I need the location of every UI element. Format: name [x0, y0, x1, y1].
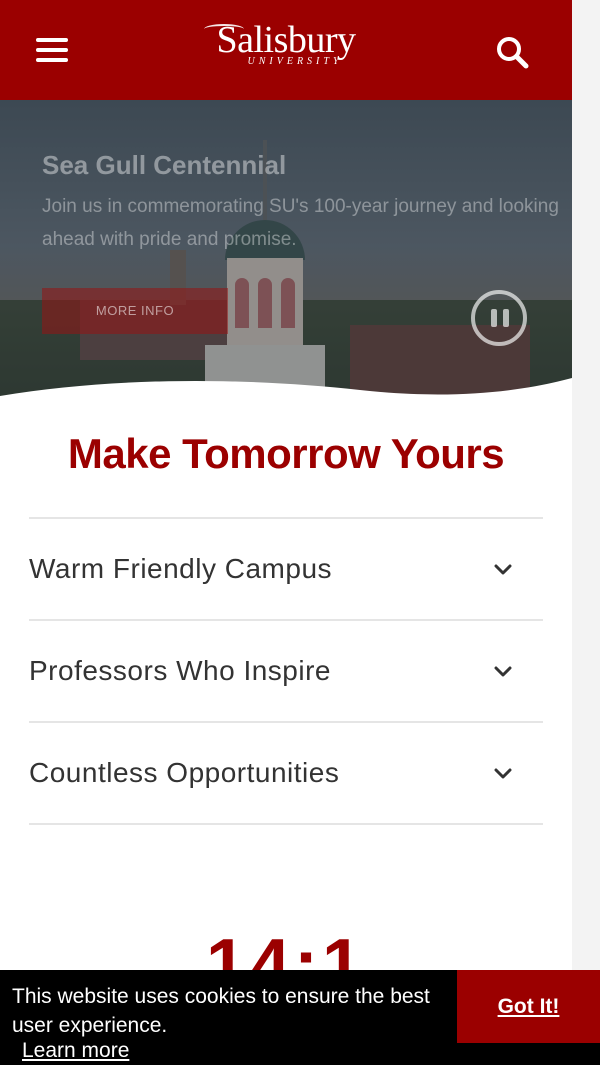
learn-more-link[interactable]: Learn more — [22, 1036, 129, 1065]
accordion-label: Warm Friendly Campus — [29, 553, 333, 584]
university-logo[interactable]: Salisbury UNIVERSITY — [200, 18, 372, 82]
accordion-item-opportunities[interactable]: Countless Opportunities — [29, 721, 543, 825]
cookie-accept-button[interactable]: Got It! — [457, 970, 600, 1043]
pause-icon-bar — [503, 309, 509, 327]
hero-title: Sea Gull Centennial — [42, 150, 287, 180]
accordion-item-professors[interactable]: Professors Who Inspire — [29, 619, 543, 721]
accordion-label: Professors Who Inspire — [29, 655, 331, 686]
chevron-down-icon — [494, 666, 512, 677]
search-button[interactable] — [490, 30, 534, 74]
hero-wave-divider — [0, 378, 572, 425]
menu-button[interactable] — [30, 30, 74, 70]
accordion-label: Countless Opportunities — [29, 757, 340, 788]
site-header: Salisbury UNIVERSITY — [0, 0, 572, 100]
logo-swoosh-icon — [204, 24, 244, 34]
hero-banner: Sea Gull Centennial Join us in commemora… — [0, 100, 572, 425]
search-icon — [497, 37, 529, 69]
pause-icon — [491, 309, 497, 327]
pause-button[interactable] — [471, 290, 527, 346]
chevron-down-icon — [494, 564, 512, 575]
hamburger-menu-icon — [36, 38, 68, 42]
page-headline: Make Tomorrow Yours — [67, 430, 505, 477]
cookie-message: This website uses cookies to ensure the … — [12, 985, 430, 1037]
accordion-item-campus[interactable]: Warm Friendly Campus — [29, 517, 543, 619]
hamburger-menu-icon-bar — [36, 58, 68, 62]
chevron-down-icon — [494, 768, 512, 779]
hero-subtitle: Join us in commemorating SU's 100-year j… — [42, 196, 559, 250]
feature-accordion: Warm Friendly Campus Professors Who Insp… — [29, 517, 543, 825]
more-info-button[interactable]: MORE INFO — [42, 288, 228, 334]
page-scroll-gutter — [572, 0, 600, 1065]
hamburger-menu-icon-bar — [36, 48, 68, 52]
